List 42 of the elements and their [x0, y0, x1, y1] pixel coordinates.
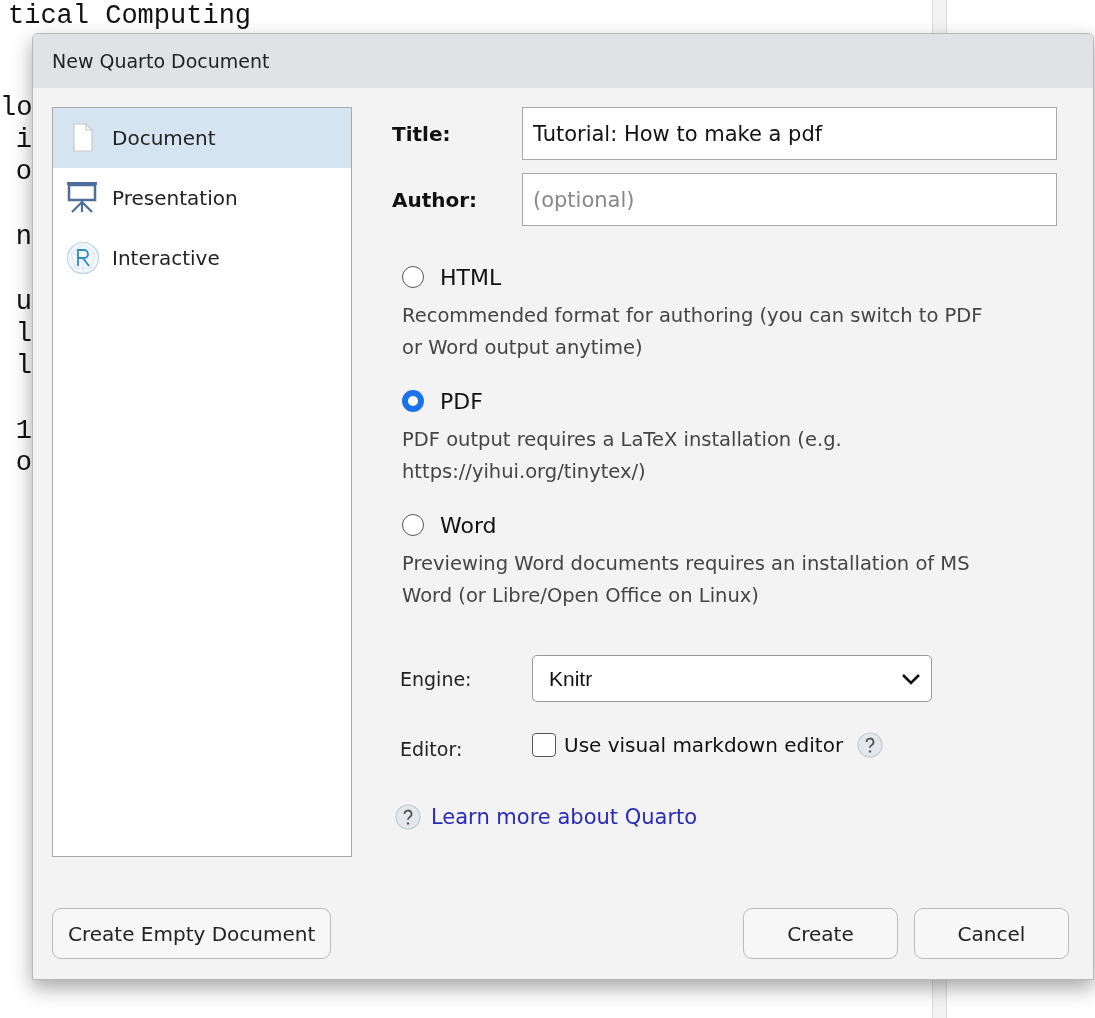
- code-fragment: i: [14, 124, 32, 156]
- format-description: PDF output requires a LaTeX installation (e.g. https://yihui.org/tinytex/): [402, 427, 843, 485]
- code-fragment: o: [14, 156, 32, 188]
- code-fragment: l: [14, 318, 32, 350]
- create-empty-button[interactable]: Create Empty Document: [52, 908, 332, 959]
- format-description: Previewing Word documents requires an installation of MS Word (or Libre/Open Office on Linux): [402, 551, 971, 609]
- sidebar-item[interactable]: Presentation: [53, 168, 351, 228]
- radio-label[interactable]: HTML: [440, 264, 502, 290]
- document-icon: [71, 123, 95, 153]
- r-logo-icon: [66, 241, 100, 275]
- chevron-down-icon: [901, 672, 921, 685]
- code-fragment: 1: [14, 415, 32, 447]
- input-field[interactable]: (optional): [522, 173, 1057, 226]
- dialog-button[interactable]: Create: [743, 908, 898, 959]
- field-label: Title:: [392, 121, 452, 146]
- code-fragment: u: [14, 286, 32, 318]
- learn-more-link[interactable]: Learn more about Quarto: [431, 805, 698, 829]
- help-icon: [857, 732, 884, 758]
- radio-button[interactable]: [402, 390, 424, 412]
- field-label: Editor:: [400, 738, 464, 760]
- radio-label[interactable]: Word: [440, 512, 497, 538]
- code-line: tical Computing: [8, 0, 253, 32]
- window-title: New Quarto Document: [52, 50, 270, 72]
- code-fragment: lo: [0, 92, 32, 124]
- checkbox[interactable]: [532, 733, 556, 757]
- code-fragment: o: [14, 447, 32, 479]
- radio-button[interactable]: [402, 266, 424, 288]
- help-icon: [395, 804, 421, 830]
- engine-dropdown[interactable]: Knitr: [532, 655, 932, 702]
- format-description: Recommended format for authoring (you can switch to PDF or Word output anytime): [402, 303, 984, 361]
- dialog-button[interactable]: Cancel: [914, 908, 1069, 959]
- sidebar-item[interactable]: Document: [53, 108, 351, 168]
- input-field[interactable]: Tutorial: How to make a pdf: [522, 107, 1057, 160]
- radio-button[interactable]: [402, 514, 424, 536]
- easel-icon: [66, 181, 100, 215]
- field-label: Author:: [392, 187, 479, 212]
- sidebar-item[interactable]: Interactive: [53, 228, 351, 288]
- code-fragment: n: [14, 221, 32, 253]
- code-fragment: l: [14, 350, 32, 382]
- field-label: Engine:: [400, 667, 473, 690]
- checkbox-label[interactable]: Use visual markdown editor: [564, 733, 844, 757]
- radio-label[interactable]: PDF: [440, 388, 483, 414]
